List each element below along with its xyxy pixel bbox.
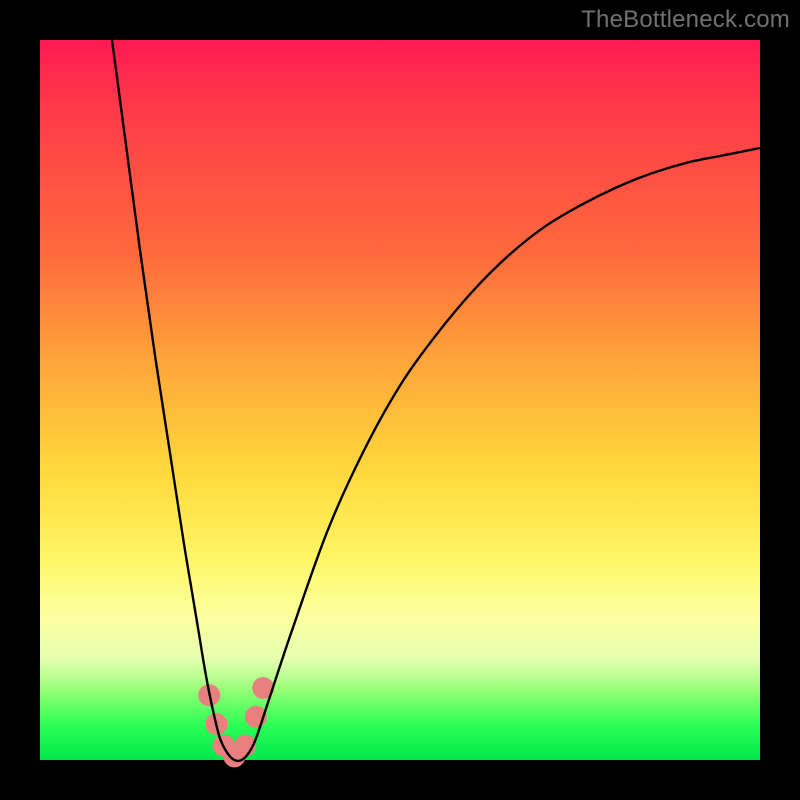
- chart-svg: [40, 40, 760, 760]
- chart-frame: TheBottleneck.com: [0, 0, 800, 800]
- plot-area: [40, 40, 760, 760]
- watermark-text: TheBottleneck.com: [581, 6, 790, 34]
- curve-path: [112, 40, 760, 761]
